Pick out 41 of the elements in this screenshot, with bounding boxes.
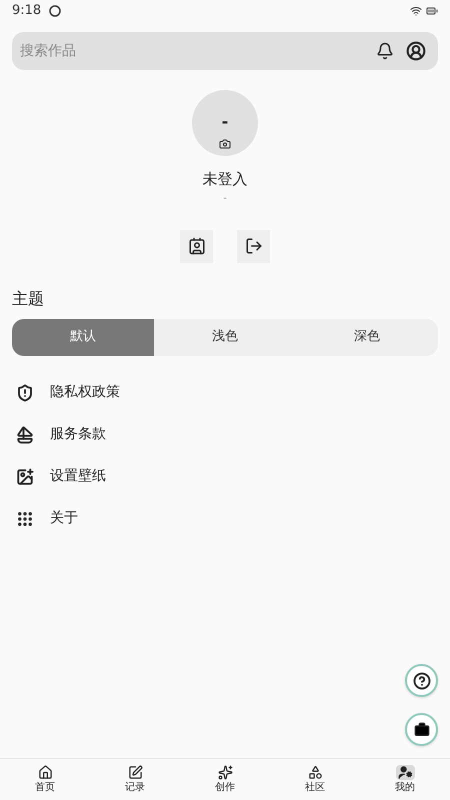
home-icon [38, 764, 52, 780]
nav-tab[interactable]: 创作 [180, 759, 270, 800]
bell-icon[interactable] [376, 42, 394, 60]
menu-item[interactable]: 关于 [50, 508, 78, 529]
image-icon [16, 468, 34, 486]
nav-tab[interactable]: 社区 [270, 759, 360, 800]
briefcase-icon [414, 722, 430, 738]
status-time: 9:18 [12, 2, 42, 20]
nav-tab[interactable]: 首页 [0, 759, 90, 800]
user-name: 未登入 [202, 169, 248, 190]
avatar[interactable]: - [192, 90, 258, 156]
notification-icon [49, 5, 62, 17]
user-subtitle: - [223, 192, 227, 206]
shapes-icon [308, 764, 322, 780]
theme-title: 主题 [12, 288, 45, 310]
theme-option[interactable]: 默认 [12, 318, 154, 356]
nav-tab[interactable]: 我的 [360, 759, 450, 800]
nav-tab[interactable]: 记录 [90, 759, 180, 800]
theme-option[interactable]: 浅色 [154, 318, 296, 356]
avatar-text: - [222, 114, 228, 130]
contact-icon [188, 237, 206, 255]
account-icon[interactable] [406, 41, 426, 61]
theme-option[interactable]: 深色 [296, 318, 438, 356]
shield-icon [16, 384, 34, 402]
menu-item[interactable]: 隐私权政策 [50, 382, 120, 403]
help-icon [412, 672, 430, 690]
briefcase-button[interactable] [405, 713, 438, 746]
sparkle-icon [218, 764, 232, 780]
boat-icon [16, 426, 34, 444]
logout-icon [244, 237, 262, 255]
menu-item[interactable]: 服务条款 [50, 424, 106, 445]
menu-item[interactable]: 设置壁纸 [50, 466, 106, 487]
logout-button[interactable] [237, 230, 270, 262]
edit-icon [128, 764, 142, 780]
camera-icon[interactable] [219, 138, 231, 150]
search-field[interactable]: 搜索作品 [12, 32, 438, 70]
help-button[interactable] [405, 664, 438, 697]
battery-icon [426, 5, 438, 17]
contacts-button[interactable] [180, 230, 213, 262]
user-gear-icon [398, 764, 412, 780]
grid-icon [16, 510, 34, 528]
